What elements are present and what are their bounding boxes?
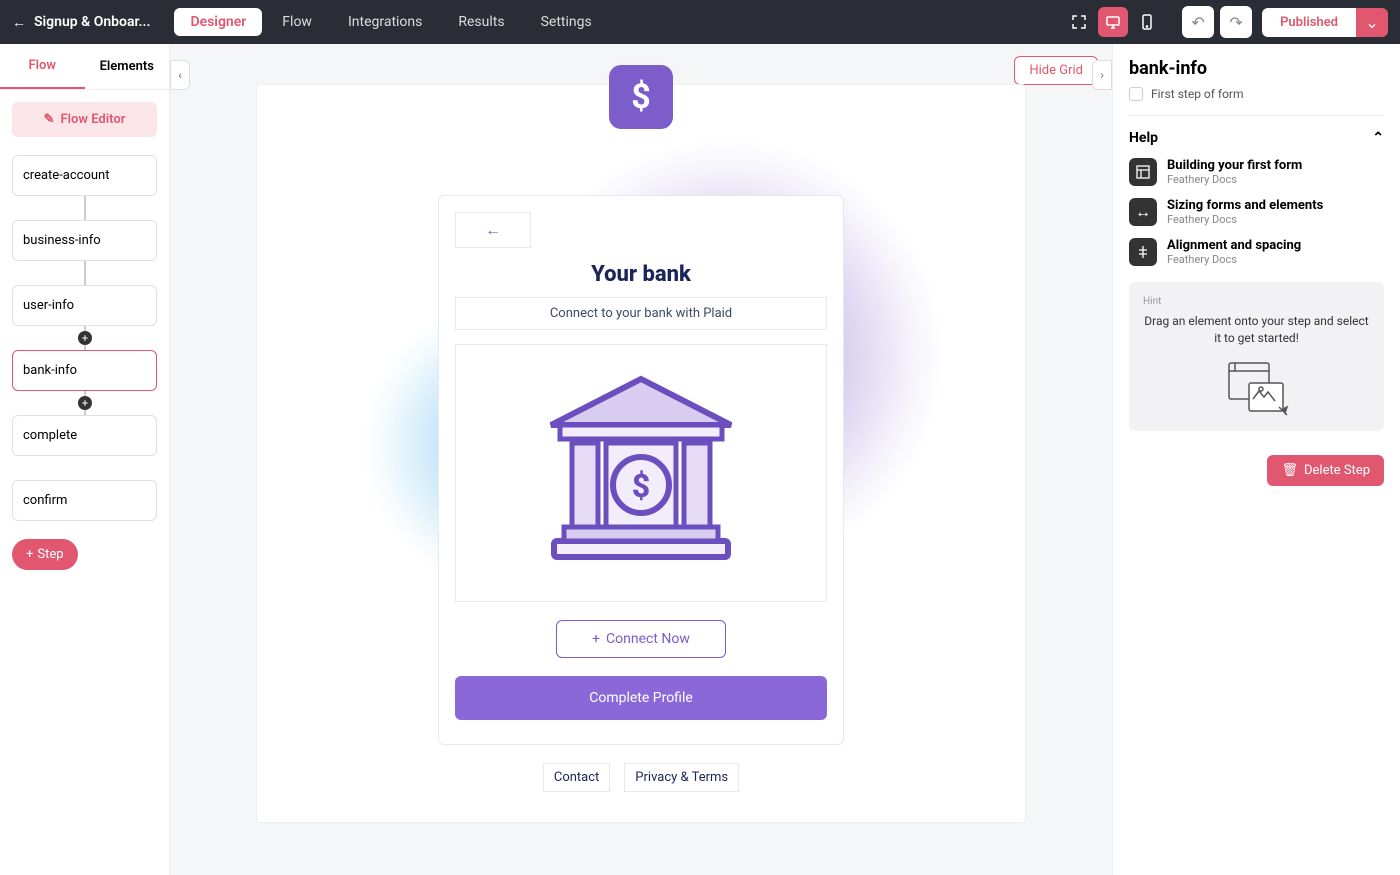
project-title: Signup & Onboar... [34,14,150,30]
drag-element-illustration [1143,361,1370,417]
connect-label: Connect Now [606,631,690,647]
first-step-checkbox[interactable] [1129,87,1143,101]
redo-button[interactable]: ↷ [1220,6,1252,38]
step-confirm[interactable]: confirm [12,480,157,521]
add-step-button[interactable]: + Step [12,539,78,570]
undo-icon: ↶ [1191,13,1204,32]
canvas[interactable]: $ ← Your bank Connect to your bank with … [256,84,1026,823]
footer-links: Contact Privacy & Terms [257,763,1025,792]
arrow-left-icon: ← [485,220,501,240]
collapse-right-button[interactable]: › [1092,60,1112,90]
publish-button[interactable]: Published [1262,8,1356,37]
step-complete[interactable]: complete [12,415,157,456]
chevron-left-icon: ‹ [178,68,182,82]
fullscreen-icon[interactable] [1064,7,1094,37]
footer-link-privacy[interactable]: Privacy & Terms [624,763,739,792]
layout-icon [1129,158,1157,186]
desktop-view-icon[interactable] [1098,7,1128,37]
help-item-title: Building your first form [1167,158,1302,173]
trash-icon: 🗑 [1281,463,1298,478]
help-item-sizing[interactable]: ↔ Sizing forms and elementsFeathery Docs [1129,198,1384,226]
plus-icon: + [26,547,33,562]
help-section-header[interactable]: Help ⌃ [1129,130,1384,146]
step-user-info[interactable]: user-info [12,285,157,326]
hint-box: Hint Drag an element onto your step and … [1129,282,1384,431]
help-item-title: Sizing forms and elements [1167,198,1323,213]
tab-integrations[interactable]: Integrations [332,8,438,36]
form-back-button[interactable]: ← [455,212,531,248]
connect-now-button[interactable]: + Connect Now [556,620,726,658]
hide-grid-button[interactable]: Hide Grid [1014,56,1098,85]
properties-panel: bank-info First step of form Help ⌃ Buil… [1112,44,1400,875]
view-toggles [1064,7,1162,37]
delete-step-label: Delete Step [1304,463,1370,478]
hint-label: Hint [1143,296,1370,307]
bank-image: $ [455,344,827,602]
tab-results[interactable]: Results [442,8,520,36]
tab-designer[interactable]: Designer [174,8,262,36]
undo-button[interactable]: ↶ [1182,6,1214,38]
help-item-alignment[interactable]: Alignment and spacingFeathery Docs [1129,238,1384,266]
publish-group: Published ⌄ [1262,8,1388,37]
help-item-sub: Feathery Docs [1167,253,1301,266]
add-step-label: Step [37,547,63,562]
arrow-left-icon: ← [12,14,26,31]
step-create-account[interactable]: create-account [12,155,157,196]
form-subtitle: Connect to your bank with Plaid [455,297,827,330]
chevron-right-icon: › [1100,68,1104,82]
plus-icon: + [592,631,600,647]
flow-editor-label: Flow Editor [61,112,126,127]
flow-editor-button[interactable]: ✎ Flow Editor [12,102,157,137]
form-title: Your bank [455,262,827,287]
redo-icon: ↷ [1229,13,1242,32]
svg-text:$: $ [632,467,650,505]
tab-flow[interactable]: Flow [266,8,328,36]
help-item-title: Alignment and spacing [1167,238,1301,253]
help-header-label: Help [1129,130,1158,146]
step-business-info[interactable]: business-info [12,220,157,261]
footer-link-contact[interactable]: Contact [543,763,610,792]
sidebar-tab-elements[interactable]: Elements [85,44,170,89]
hint-text: Drag an element onto your step and selec… [1143,313,1370,347]
align-icon [1129,238,1157,266]
publish-dropdown[interactable]: ⌄ [1356,8,1388,37]
topbar: ← Signup & Onboar... Designer Flow Integ… [0,0,1400,44]
complete-profile-button[interactable]: Complete Profile [455,676,827,720]
back-button[interactable]: ← Signup & Onboar... [12,14,150,31]
form-card: ← Your bank Connect to your bank with Pl… [438,195,844,745]
tab-settings[interactable]: Settings [525,8,608,36]
sidebar-left: Flow Elements ✎ Flow Editor create-accou… [0,44,170,875]
bank-building-icon: $ [536,373,746,573]
first-step-label: First step of form [1151,87,1244,101]
chevron-up-icon: ⌃ [1372,130,1384,146]
panel-title: bank-info [1129,58,1384,79]
mobile-view-icon[interactable] [1132,7,1162,37]
resize-icon: ↔ [1129,198,1157,226]
flow-icon: ✎ [44,112,55,127]
help-item-sub: Feathery Docs [1167,173,1302,186]
sidebar-tab-flow[interactable]: Flow [0,44,85,89]
collapse-left-button[interactable]: ‹ [170,60,190,90]
step-bank-info[interactable]: bank-info [12,350,157,391]
chevron-down-icon: ⌄ [1365,13,1378,32]
canvas-area: Hide Grid $ ← Your bank Connect to your … [170,44,1112,875]
dollar-badge-icon: $ [609,65,673,129]
nav-tabs: Designer Flow Integrations Results Setti… [174,8,607,36]
delete-step-button[interactable]: 🗑 Delete Step [1267,455,1384,486]
history-buttons: ↶ ↷ [1182,6,1252,38]
help-item-first-form[interactable]: Building your first formFeathery Docs [1129,158,1384,186]
help-item-sub: Feathery Docs [1167,213,1323,226]
